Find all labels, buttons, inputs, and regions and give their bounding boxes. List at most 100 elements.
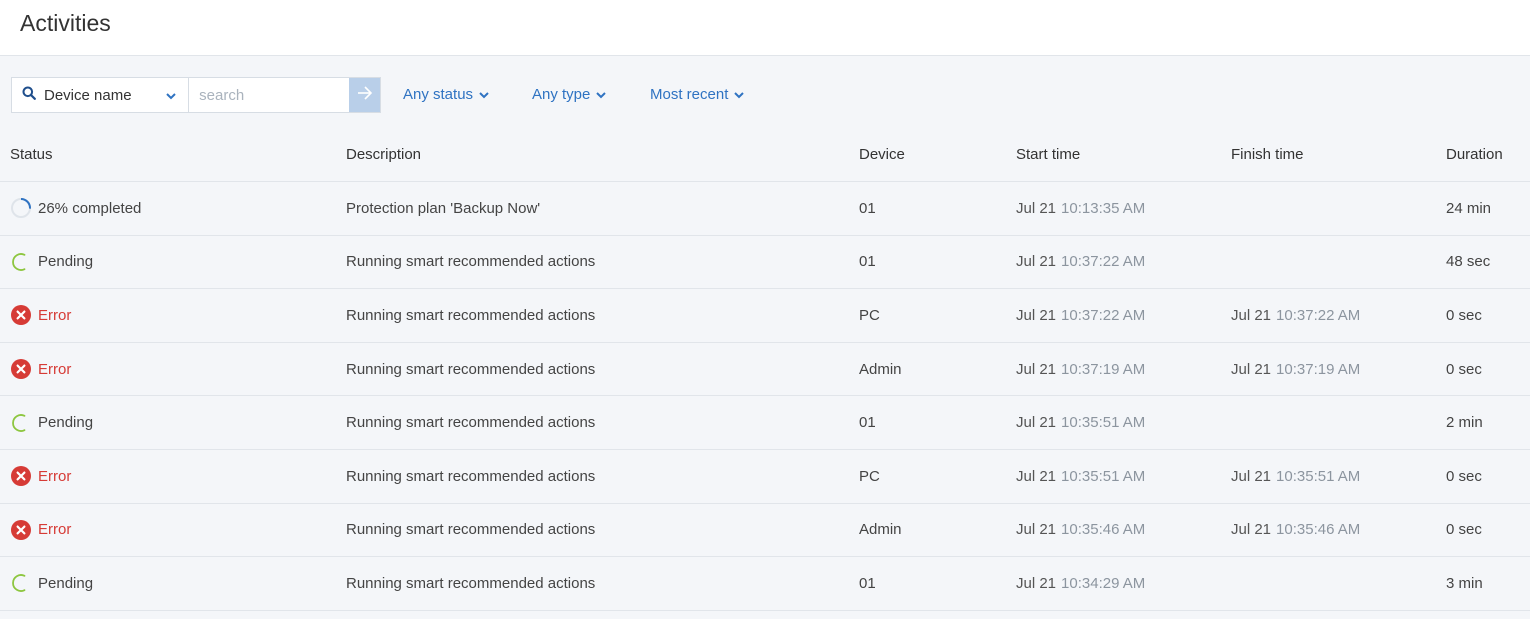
start-clock: 10:37:22 AM — [1061, 306, 1146, 324]
search-submit-button[interactable] — [349, 78, 380, 112]
page-header: Activities — [0, 0, 1530, 56]
header-finish-time[interactable]: Finish time — [1231, 146, 1304, 163]
status-text: Pending — [38, 253, 94, 271]
start-time-cell: Jul 21 10:37:22 AM — [1016, 289, 1145, 342]
status-text: Pending — [38, 414, 94, 432]
start-date: Jul 21 — [1016, 199, 1057, 217]
finish-clock: 10:37:22 AM — [1276, 306, 1361, 324]
arrow-right-icon — [357, 85, 373, 105]
sort-filter-label: Most recent — [650, 86, 729, 103]
device-cell: 01 — [859, 253, 876, 271]
description-cell: Running smart recommended actions — [346, 253, 596, 271]
device-cell: 01 — [859, 199, 876, 217]
toolbar: Device name Any status Any type Most rec… — [0, 56, 1530, 132]
device-select-label: Device name — [44, 86, 132, 104]
duration-cell: 0 sec — [1446, 306, 1482, 324]
start-clock: 10:37:19 AM — [1061, 360, 1146, 378]
device-cell: PC — [859, 467, 880, 485]
status-cell: 26% completed — [10, 182, 141, 235]
start-clock: 10:13:35 AM — [1061, 199, 1146, 217]
status-cell: Error — [10, 504, 71, 557]
start-time-cell: Jul 21 10:35:51 AM — [1016, 450, 1145, 503]
header-duration[interactable]: Duration — [1446, 146, 1503, 163]
table-row[interactable]: Error Running smart recommended actions Ad… — [0, 504, 1530, 558]
type-filter-label: Any type — [532, 86, 591, 103]
start-clock: 10:35:51 AM — [1061, 414, 1146, 432]
start-date: Jul 21 — [1016, 467, 1057, 485]
description-cell: Running smart recommended actions — [346, 306, 596, 324]
status-cell: Pending — [10, 557, 93, 610]
finish-clock: 10:37:19 AM — [1276, 360, 1361, 378]
error-icon — [10, 465, 32, 487]
table-body: 26% completed Protection plan 'Backup Now… — [0, 182, 1530, 611]
search-input[interactable] — [189, 78, 350, 112]
start-clock: 10:34:29 AM — [1061, 574, 1146, 592]
start-clock: 10:35:51 AM — [1061, 467, 1146, 485]
search-group: Device name — [11, 77, 381, 113]
finish-date: Jul 21 — [1231, 467, 1272, 485]
status-cell: Error — [10, 343, 71, 396]
error-icon — [10, 519, 32, 541]
status-filter[interactable]: Any status — [403, 86, 489, 103]
status-cell: Error — [10, 450, 71, 503]
status-text: Error — [38, 360, 72, 378]
error-icon — [10, 304, 32, 326]
table-row[interactable]: Pending Running smart recommended actions… — [0, 396, 1530, 450]
finish-time-cell — [1231, 557, 1236, 610]
finish-time-cell: Jul 21 10:35:51 AM — [1231, 450, 1360, 503]
duration-cell: 0 sec — [1446, 467, 1482, 485]
chevron-down-icon — [479, 86, 489, 103]
finish-date: Jul 21 — [1231, 521, 1272, 539]
device-cell: 01 — [859, 574, 876, 592]
status-cell: Pending — [10, 236, 93, 289]
start-clock: 10:37:22 AM — [1061, 253, 1146, 271]
finish-time-cell: Jul 21 10:35:46 AM — [1231, 504, 1360, 557]
header-start-time[interactable]: Start time — [1016, 146, 1080, 163]
finish-time-cell — [1231, 182, 1236, 235]
table-row[interactable]: 26% completed Protection plan 'Backup Now… — [0, 182, 1530, 236]
device-cell: Admin — [859, 360, 902, 378]
status-text: 26% completed — [38, 199, 142, 217]
sort-filter[interactable]: Most recent — [650, 86, 745, 103]
pending-icon — [10, 572, 32, 594]
start-time-cell: Jul 21 10:37:19 AM — [1016, 343, 1145, 396]
pending-icon — [10, 251, 32, 273]
progress-icon — [10, 197, 32, 219]
start-time-cell: Jul 21 10:34:29 AM — [1016, 557, 1145, 610]
status-text: Error — [38, 306, 72, 324]
status-text: Pending — [38, 574, 94, 592]
chevron-down-icon — [166, 87, 176, 104]
description-cell: Protection plan 'Backup Now' — [346, 199, 541, 217]
device-cell: Admin — [859, 521, 902, 539]
finish-clock: 10:35:46 AM — [1276, 521, 1361, 539]
duration-cell: 0 sec — [1446, 360, 1482, 378]
table-row[interactable]: Error Running smart recommended actions Ad… — [0, 343, 1530, 397]
activities-table: Status Description Device Start time Fin… — [0, 132, 1530, 611]
table-row[interactable]: Pending Running smart recommended actions… — [0, 236, 1530, 290]
device-name-select[interactable]: Device name — [12, 78, 190, 112]
finish-date: Jul 21 — [1231, 360, 1272, 378]
table-row[interactable]: Error Running smart recommended actions PC… — [0, 289, 1530, 343]
table-row[interactable]: Error Running smart recommended actions PC… — [0, 450, 1530, 504]
description-cell: Running smart recommended actions — [346, 467, 596, 485]
start-date: Jul 21 — [1016, 360, 1057, 378]
duration-cell: 0 sec — [1446, 521, 1482, 539]
header-description[interactable]: Description — [346, 146, 421, 163]
status-text: Error — [38, 467, 72, 485]
status-cell: Pending — [10, 396, 93, 449]
start-time-cell: Jul 21 10:35:46 AM — [1016, 504, 1145, 557]
finish-time-cell — [1231, 236, 1236, 289]
error-icon — [10, 358, 32, 380]
header-status[interactable]: Status — [10, 146, 53, 163]
table-header: Status Description Device Start time Fin… — [0, 132, 1530, 182]
duration-cell: 24 min — [1446, 199, 1492, 217]
start-date: Jul 21 — [1016, 414, 1057, 432]
start-time-cell: Jul 21 10:37:22 AM — [1016, 236, 1145, 289]
table-row[interactable]: Pending Running smart recommended actions… — [0, 557, 1530, 611]
header-device[interactable]: Device — [859, 146, 905, 163]
type-filter[interactable]: Any type — [532, 86, 607, 103]
start-date: Jul 21 — [1016, 253, 1057, 271]
chevron-down-icon — [734, 86, 745, 103]
description-cell: Running smart recommended actions — [346, 414, 596, 432]
start-time-cell: Jul 21 10:13:35 AM — [1016, 182, 1145, 235]
